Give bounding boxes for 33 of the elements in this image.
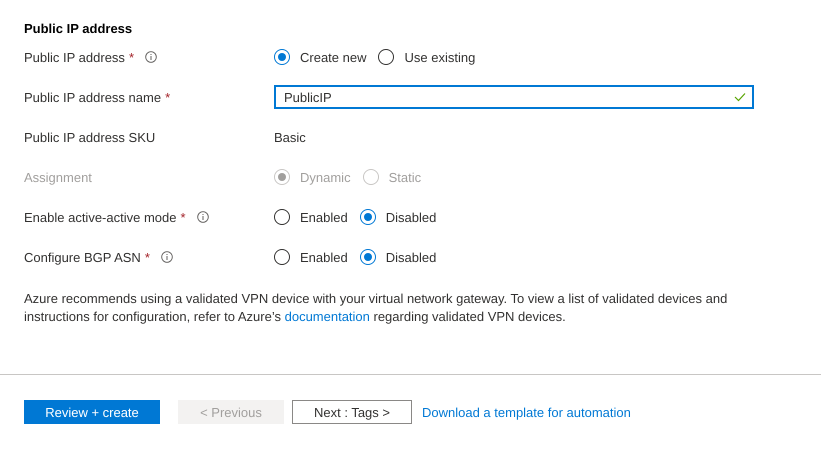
info-icon[interactable] [160, 251, 173, 263]
radio-button[interactable] [360, 249, 376, 265]
field-value: Basic [274, 130, 306, 144]
field-label: Enable active-active mode [24, 210, 176, 224]
radio-button[interactable] [274, 49, 290, 65]
radio-option[interactable]: Disabled [360, 209, 436, 225]
radio-option[interactable]: Use existing [378, 49, 476, 65]
field-label: Public IP address name [24, 90, 162, 104]
info-icon[interactable] [145, 51, 157, 63]
radio-button[interactable] [378, 49, 394, 65]
download-template-link[interactable]: Download a template for automation [422, 404, 631, 420]
radio-option[interactable]: Create new [274, 49, 366, 65]
radio-option[interactable]: Enabled [274, 209, 348, 225]
documentation-link[interactable]: documentation [284, 309, 370, 324]
field-label: Public IP address [24, 50, 125, 64]
field-label: Assignment [24, 170, 92, 184]
radio-option[interactable]: Enabled [274, 249, 348, 265]
radio-button[interactable] [274, 209, 290, 225]
info-paragraph: Azure recommends using a validated VPN device with your virtual network gateway. To view a list of validated devices and instructions for configuration, refer to Azure’s documentation regarding validated VPN devices. [24, 290, 728, 326]
radio-button[interactable] [360, 209, 376, 225]
radio-option[interactable]: Disabled [360, 249, 436, 265]
radio-button[interactable] [274, 249, 290, 265]
required-mark: * [180, 210, 186, 224]
nav-button[interactable]: Next : Tags > [292, 400, 412, 424]
info-icon[interactable] [196, 211, 209, 223]
required-mark: * [144, 250, 150, 264]
required-mark: * [165, 90, 170, 104]
field-label: Configure BGP ASN [24, 250, 141, 264]
text-input-field[interactable]: PublicIP [274, 85, 754, 109]
section-title: Public IP address [24, 21, 134, 37]
required-mark: * [128, 50, 134, 64]
review-create-button[interactable]: Review + create [24, 400, 160, 424]
field-label: Public IP address SKU [24, 130, 156, 144]
